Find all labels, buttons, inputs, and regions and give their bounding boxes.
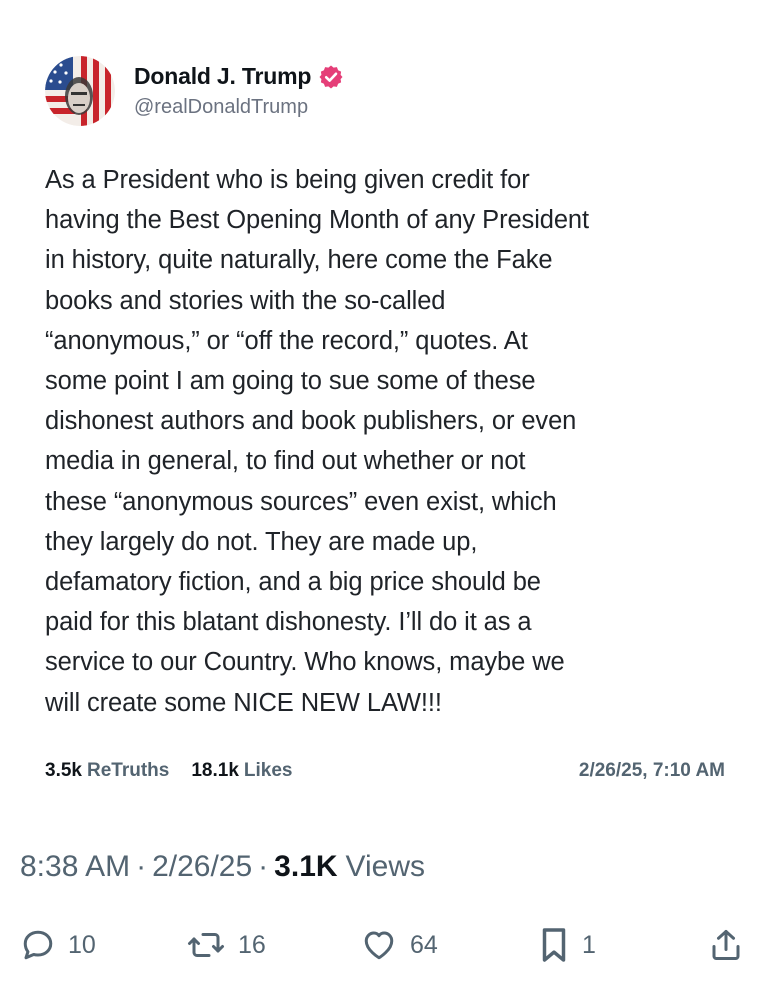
heart-icon (360, 927, 398, 963)
post-card: Donald J. Trump @realDonaldTrump As a Pr… (45, 56, 725, 781)
reply-button[interactable]: 10 (20, 925, 96, 965)
avatar[interactable] (45, 56, 115, 126)
repost-button[interactable]: 16 (186, 925, 266, 965)
reply-count: 10 (68, 930, 96, 959)
tweet-meta: 8:38 AM · 2/26/25 · 3.1K Views (20, 850, 425, 884)
meta-separator-2: · (258, 850, 269, 883)
post-timestamp: 2/26/25, 7:10 AM (578, 760, 725, 781)
share-button[interactable] (708, 925, 744, 965)
retruths-label: ReTruths (86, 760, 170, 781)
bookmark-button[interactable]: 1 (538, 925, 596, 965)
like-button[interactable]: 64 (360, 925, 438, 965)
reply-icon (20, 927, 56, 963)
author-name[interactable]: Donald J. Trump (134, 63, 311, 90)
author-name-row: Donald J. Trump (134, 63, 344, 90)
verified-badge-icon (318, 64, 344, 90)
like-count: 64 (410, 930, 438, 959)
bookmark-count: 1 (582, 930, 596, 959)
share-icon (708, 926, 744, 964)
bookmark-icon (538, 926, 570, 964)
likes-stat[interactable]: 18.1k Likes (191, 760, 292, 782)
post-stats: 3.5k ReTruths 18.1k Likes 2/26/25, 7:10 … (45, 759, 725, 783)
likes-count: 18.1k (191, 760, 239, 781)
action-bar: 10 16 64 1 (20, 925, 748, 965)
post-text: As a President who is being given credit… (45, 166, 589, 717)
avatar-image (45, 56, 115, 126)
views-count[interactable]: 3.1K (274, 850, 337, 884)
author-block: Donald J. Trump @realDonaldTrump (134, 63, 344, 119)
post-header: Donald J. Trump @realDonaldTrump (45, 56, 725, 126)
meta-time[interactable]: 8:38 AM (20, 850, 130, 884)
views-label: Views (345, 850, 426, 883)
retruths-count: 3.5k (45, 760, 82, 781)
repost-count: 16 (238, 930, 266, 959)
repost-icon (186, 927, 226, 963)
retruths-stat[interactable]: 3.5k ReTruths (45, 760, 169, 782)
likes-label: Likes (243, 760, 293, 781)
meta-date[interactable]: 2/26/25 (152, 850, 252, 884)
author-handle[interactable]: @realDonaldTrump (134, 96, 344, 119)
meta-separator: · (136, 850, 147, 883)
